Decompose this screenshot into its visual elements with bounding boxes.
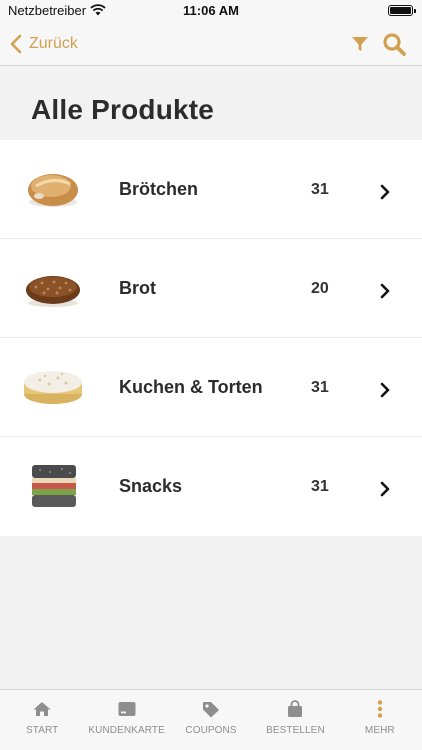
back-button[interactable]: Zurück bbox=[8, 31, 78, 57]
product-row-kuchen-torten[interactable]: Kuchen & Torten 31 bbox=[0, 338, 422, 437]
tag-icon bbox=[203, 702, 220, 718]
battery-icon bbox=[388, 5, 416, 16]
chevron-right-icon bbox=[380, 382, 390, 398]
filter-icon[interactable] bbox=[350, 34, 370, 54]
product-name: Brötchen bbox=[119, 179, 199, 199]
tab-label: KUNDENKARTE bbox=[88, 725, 165, 736]
product-count: 31 bbox=[311, 379, 329, 396]
product-name: Kuchen & Torten bbox=[119, 377, 263, 397]
status-bar: Netzbetreiber 11:06 AM bbox=[0, 0, 422, 22]
product-name: Snacks bbox=[119, 476, 183, 496]
product-row-snacks[interactable]: Snacks 31 bbox=[0, 437, 422, 536]
more-icon bbox=[377, 700, 383, 718]
chevron-right-icon bbox=[380, 283, 390, 299]
cake-image bbox=[24, 371, 82, 404]
chevron-right-icon bbox=[380, 184, 390, 200]
product-row-brot[interactable]: Brot 20 bbox=[0, 239, 422, 338]
chevron-left-icon bbox=[10, 34, 22, 54]
product-row-broetchen[interactable]: Brötchen 31 bbox=[0, 140, 422, 239]
page-title: Alle Produkte bbox=[31, 94, 215, 125]
tab-label: START bbox=[26, 725, 59, 736]
tab-bar: START KUNDENKARTE COUPONS BESTELLEN MEHR bbox=[0, 689, 422, 750]
tab-label: COUPONS bbox=[185, 725, 237, 736]
chevron-right-icon bbox=[380, 481, 390, 497]
tab-mehr[interactable]: MEHR bbox=[338, 690, 422, 750]
tab-label: MEHR bbox=[364, 725, 395, 736]
tab-label: BESTELLEN bbox=[266, 725, 325, 736]
product-name: Brot bbox=[119, 278, 156, 298]
search-icon[interactable] bbox=[381, 31, 407, 57]
navigation-bar: Zurück bbox=[0, 22, 422, 66]
sandwich-image bbox=[32, 465, 76, 507]
product-count: 31 bbox=[311, 478, 329, 495]
bread-loaf-image bbox=[26, 276, 80, 307]
bag-icon bbox=[288, 700, 303, 717]
product-list: Brötchen 31 Brot 20 Kuchen & Torten 31 S… bbox=[0, 140, 422, 536]
back-label: Zurück bbox=[29, 35, 78, 52]
bread-roll-image bbox=[28, 174, 78, 207]
tab-coupons[interactable]: COUPONS bbox=[169, 690, 253, 750]
status-time: 11:06 AM bbox=[183, 3, 239, 18]
home-icon bbox=[33, 702, 51, 716]
card-icon bbox=[118, 702, 136, 716]
product-count: 20 bbox=[311, 280, 329, 297]
tab-start[interactable]: START bbox=[0, 690, 84, 750]
product-count: 31 bbox=[311, 181, 329, 198]
tab-kundenkarte[interactable]: KUNDENKARTE bbox=[84, 690, 168, 750]
tab-bestellen[interactable]: BESTELLEN bbox=[253, 690, 337, 750]
